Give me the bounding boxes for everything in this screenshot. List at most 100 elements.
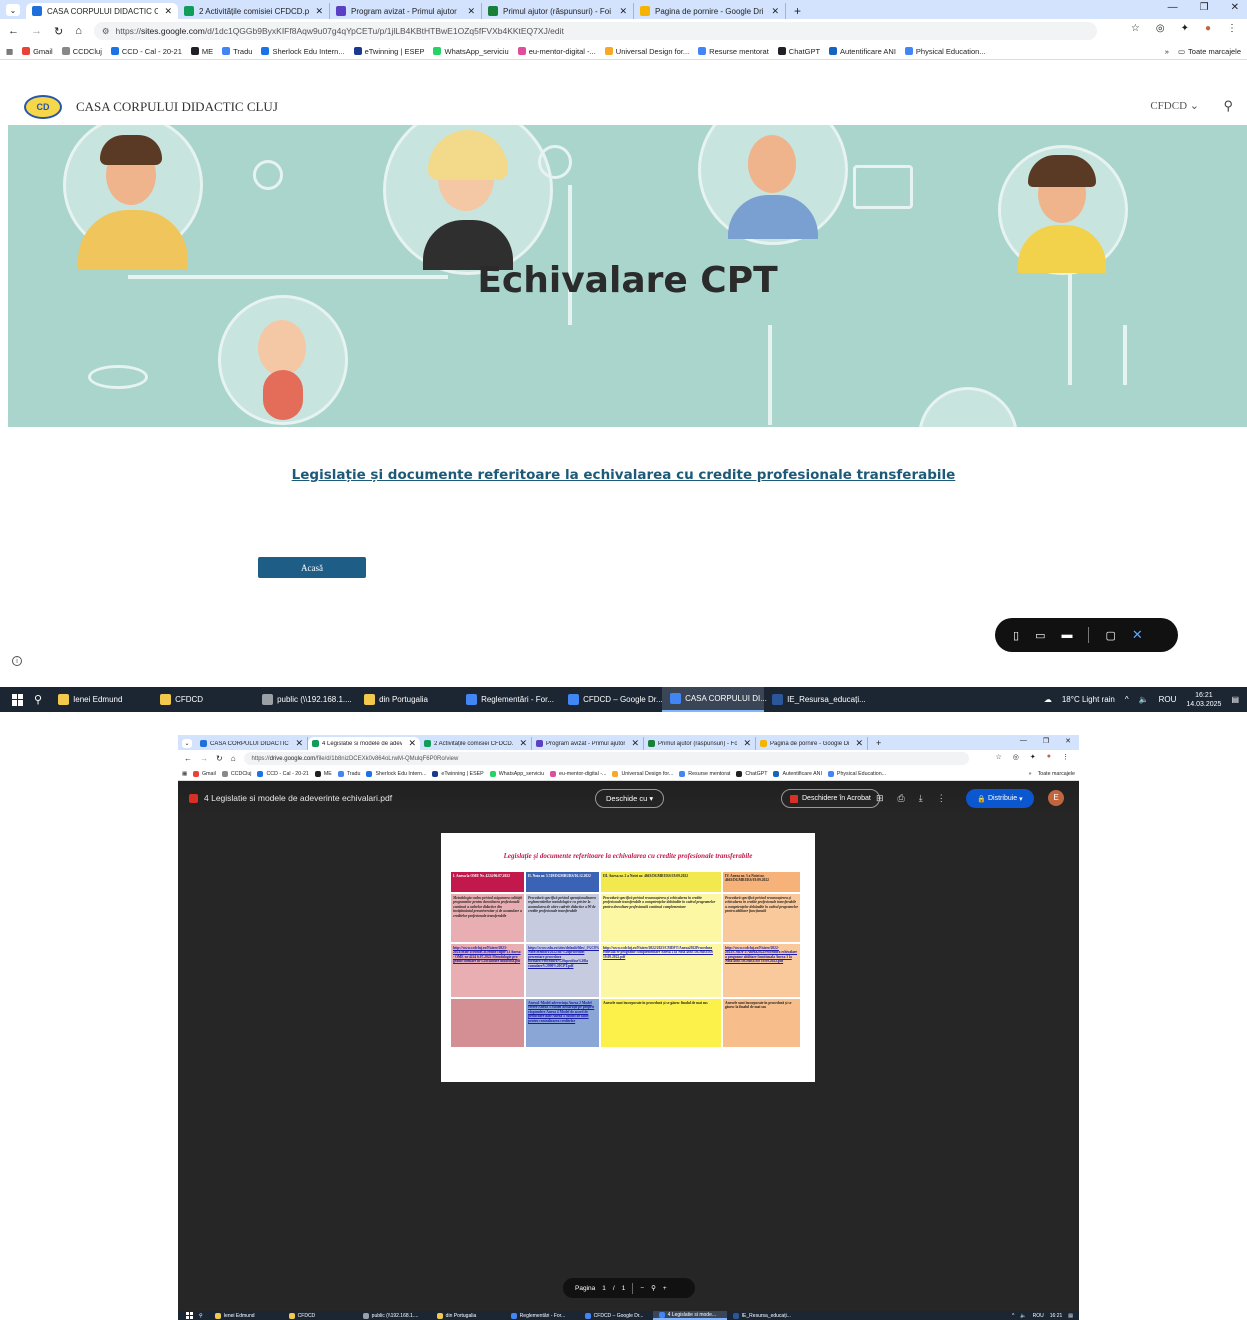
bookmark-item[interactable]: ChatGPT [736,770,767,777]
table-link-1[interactable]: http://www.ccdcluj.ro/Fisiere/2023-2023/… [450,943,525,998]
camera-icon[interactable]: ◎ [1156,23,1165,34]
taskbar-item[interactable]: din Portugalia [356,687,458,712]
taskbar-search-icon[interactable]: ⚲ [34,693,42,706]
minimize-icon[interactable]: — [1168,2,1178,13]
close-icon[interactable]: ✕ [1231,2,1239,13]
bookmark-item[interactable]: Autentificare ANI [829,47,896,56]
bookmark-item[interactable]: CCD - Cal - 20-21 [257,770,309,777]
bookmarks-more-button[interactable]: » [1165,47,1169,56]
menu-icon[interactable]: ⋮ [1062,753,1069,761]
table-link-4[interactable]: http://www.ccdcluj.ro/Fisiere/2022-2023/… [722,943,801,998]
bookmark-item[interactable]: eTwinning | ESEP [353,47,424,56]
bookmark-item[interactable]: Gmail [22,47,53,56]
browser-tab[interactable]: CASA CORPULUI DIDACTIC CL ✕ [196,737,308,750]
close-preview-icon[interactable]: ✕ [1132,627,1143,643]
weather-text[interactable]: 18°C Light rain [1062,695,1115,704]
share-button[interactable]: 🔒 Distribuie ▾ [966,789,1034,808]
taskbar-item[interactable]: IE_Resursa_educați... [764,687,866,712]
notifications-icon[interactable]: ▤ [1068,1313,1073,1319]
tab-close-icon[interactable]: ✕ [625,738,639,749]
bookmark-item[interactable]: Resurse mentorat [698,47,769,56]
minimize-icon[interactable]: — [1020,737,1027,745]
taskbar-item[interactable]: Reglementări - For... [505,1311,579,1320]
more-actions-icon[interactable]: ⋮ [937,793,946,804]
language-indicator[interactable]: ROU [1159,695,1177,704]
forward-icon[interactable]: → [31,25,42,37]
site-nav-cfdcd[interactable]: CFDCD ⌄ [1150,99,1199,112]
windows-start-icon[interactable] [186,1312,193,1319]
bookmark-star-icon[interactable]: ☆ [1131,23,1140,34]
table-annex-2[interactable]: Anexa1-Model adeverința Anexa 2 Model ce… [525,998,600,1048]
phone-icon[interactable]: ▯ [1013,629,1019,642]
tray-chevron-icon[interactable]: ^ [1125,695,1129,704]
table-link-2[interactable]: https://www.edu.ro/sites/default/files/_… [525,943,600,998]
table-link-3[interactable]: http://www.ccdcluj.ro/Fisiere/2022/2023/… [600,943,722,998]
bookmark-item[interactable]: eu-mentor-digital -... [550,770,606,777]
bookmark-item[interactable]: Autentificare ANI [773,770,822,777]
windows-start-icon[interactable] [12,693,24,706]
reload-icon[interactable]: ↻ [54,25,63,38]
comment-icon[interactable]: ▢ [1105,629,1115,642]
language-indicator[interactable]: ROU [1033,1313,1044,1319]
browser-tab[interactable]: 4 Legislatie si modele de adev ✕ [308,737,420,750]
taskbar-item[interactable]: public (\\192.168.1.... [254,687,356,712]
profile-avatar-icon[interactable]: ● [1047,753,1051,761]
browser-tab[interactable]: CASA CORPULUI DIDACTIC CLU ✕ [26,3,178,19]
taskbar-item[interactable]: CASA CORPULUI DI... [662,687,767,712]
download-icon[interactable]: ⤓ [919,793,923,804]
apps-icon[interactable]: ▦ [6,47,13,56]
browser-tab[interactable]: Pagina de pornire - Google Dri ✕ [756,737,868,750]
bookmark-item[interactable]: CCDCluj [61,47,102,56]
clock-time[interactable]: 16:21 [1050,1313,1063,1319]
bookmark-item[interactable]: Sherlock Edu Intern... [366,770,426,777]
add-comment-icon[interactable]: ⊞ [876,793,884,804]
bookmark-item[interactable]: CCDCluj [221,770,251,777]
home-button[interactable]: Acasă [258,557,366,578]
menu-icon[interactable]: ⋮ [1227,23,1237,34]
tab-close-icon[interactable]: ✕ [158,6,172,17]
tab-close-icon[interactable]: ✕ [765,6,779,17]
zoom-out-icon[interactable]: − [640,1285,644,1292]
taskbar-item[interactable]: Ienei Edmund [50,687,152,712]
profile-avatar-icon[interactable]: ● [1205,23,1211,34]
bookmark-star-icon[interactable]: ☆ [996,753,1002,761]
notifications-icon[interactable]: ▤ [1231,695,1239,704]
bookmark-item[interactable]: Physical Education... [827,770,886,777]
tab-close-icon[interactable]: ✕ [737,738,751,749]
close-icon[interactable]: ✕ [1065,737,1071,745]
all-bookmarks-folder[interactable]: ▭ Toate marcajele [1178,47,1241,56]
bookmark-item[interactable]: CCD - Cal - 20-21 [110,47,182,56]
new-tab-button[interactable]: + [868,737,889,750]
taskbar-item[interactable]: public (\\192.168.1.... [357,1311,431,1320]
bookmark-item[interactable]: WhatsApp_serviciu [489,770,544,777]
home-icon[interactable]: ⌂ [75,25,82,37]
volume-icon[interactable]: 🔈 [1020,1313,1026,1319]
camera-icon[interactable]: ◎ [1013,753,1019,761]
print-icon[interactable]: ⎙ [898,793,905,804]
tab-search-button[interactable]: ⌄ [6,4,20,16]
tray-chevron-icon[interactable]: ^ [1012,1313,1014,1319]
tab-close-icon[interactable]: ✕ [289,738,303,749]
open-in-acrobat-button[interactable]: Deschidere în Acrobat [781,789,880,808]
bookmark-item[interactable]: Tradu [222,47,252,56]
taskbar-item[interactable]: CFDCD – Google Dr... [579,1311,653,1320]
browser-tab[interactable]: Primul ajutor (răspunsuri) - Foi ✕ [482,3,634,19]
tab-search-button[interactable]: ⌄ [182,739,192,748]
info-icon[interactable]: i [12,656,22,666]
url-input[interactable]: https://drive.google.com/file/d/1b8nizDC… [243,752,969,765]
tab-close-icon[interactable]: ✕ [613,6,627,17]
taskbar-item[interactable]: din Portugalia [431,1311,505,1320]
tab-close-icon[interactable]: ✕ [849,738,863,749]
site-info-icon[interactable]: ⚙ [102,26,110,37]
open-with-button[interactable]: Deschide cu ▾ [595,789,665,808]
taskbar-item[interactable]: CFDCD – Google Dr... [560,687,663,712]
taskbar-item[interactable]: Ienei Edmund [209,1311,283,1320]
tab-close-icon[interactable]: ✕ [513,738,527,749]
site-logo[interactable]: CD [24,95,62,119]
browser-tab[interactable]: 2 Activitățile comisiei CFDCD.p ✕ [178,3,330,19]
tab-close-icon[interactable]: ✕ [309,6,323,17]
forward-icon[interactable]: → [200,754,208,763]
tab-close-icon[interactable]: ✕ [402,738,416,749]
legislation-link[interactable]: Legislație și documente referitoare la e… [0,467,1247,483]
tablet-icon[interactable]: ▭ [1035,629,1045,642]
